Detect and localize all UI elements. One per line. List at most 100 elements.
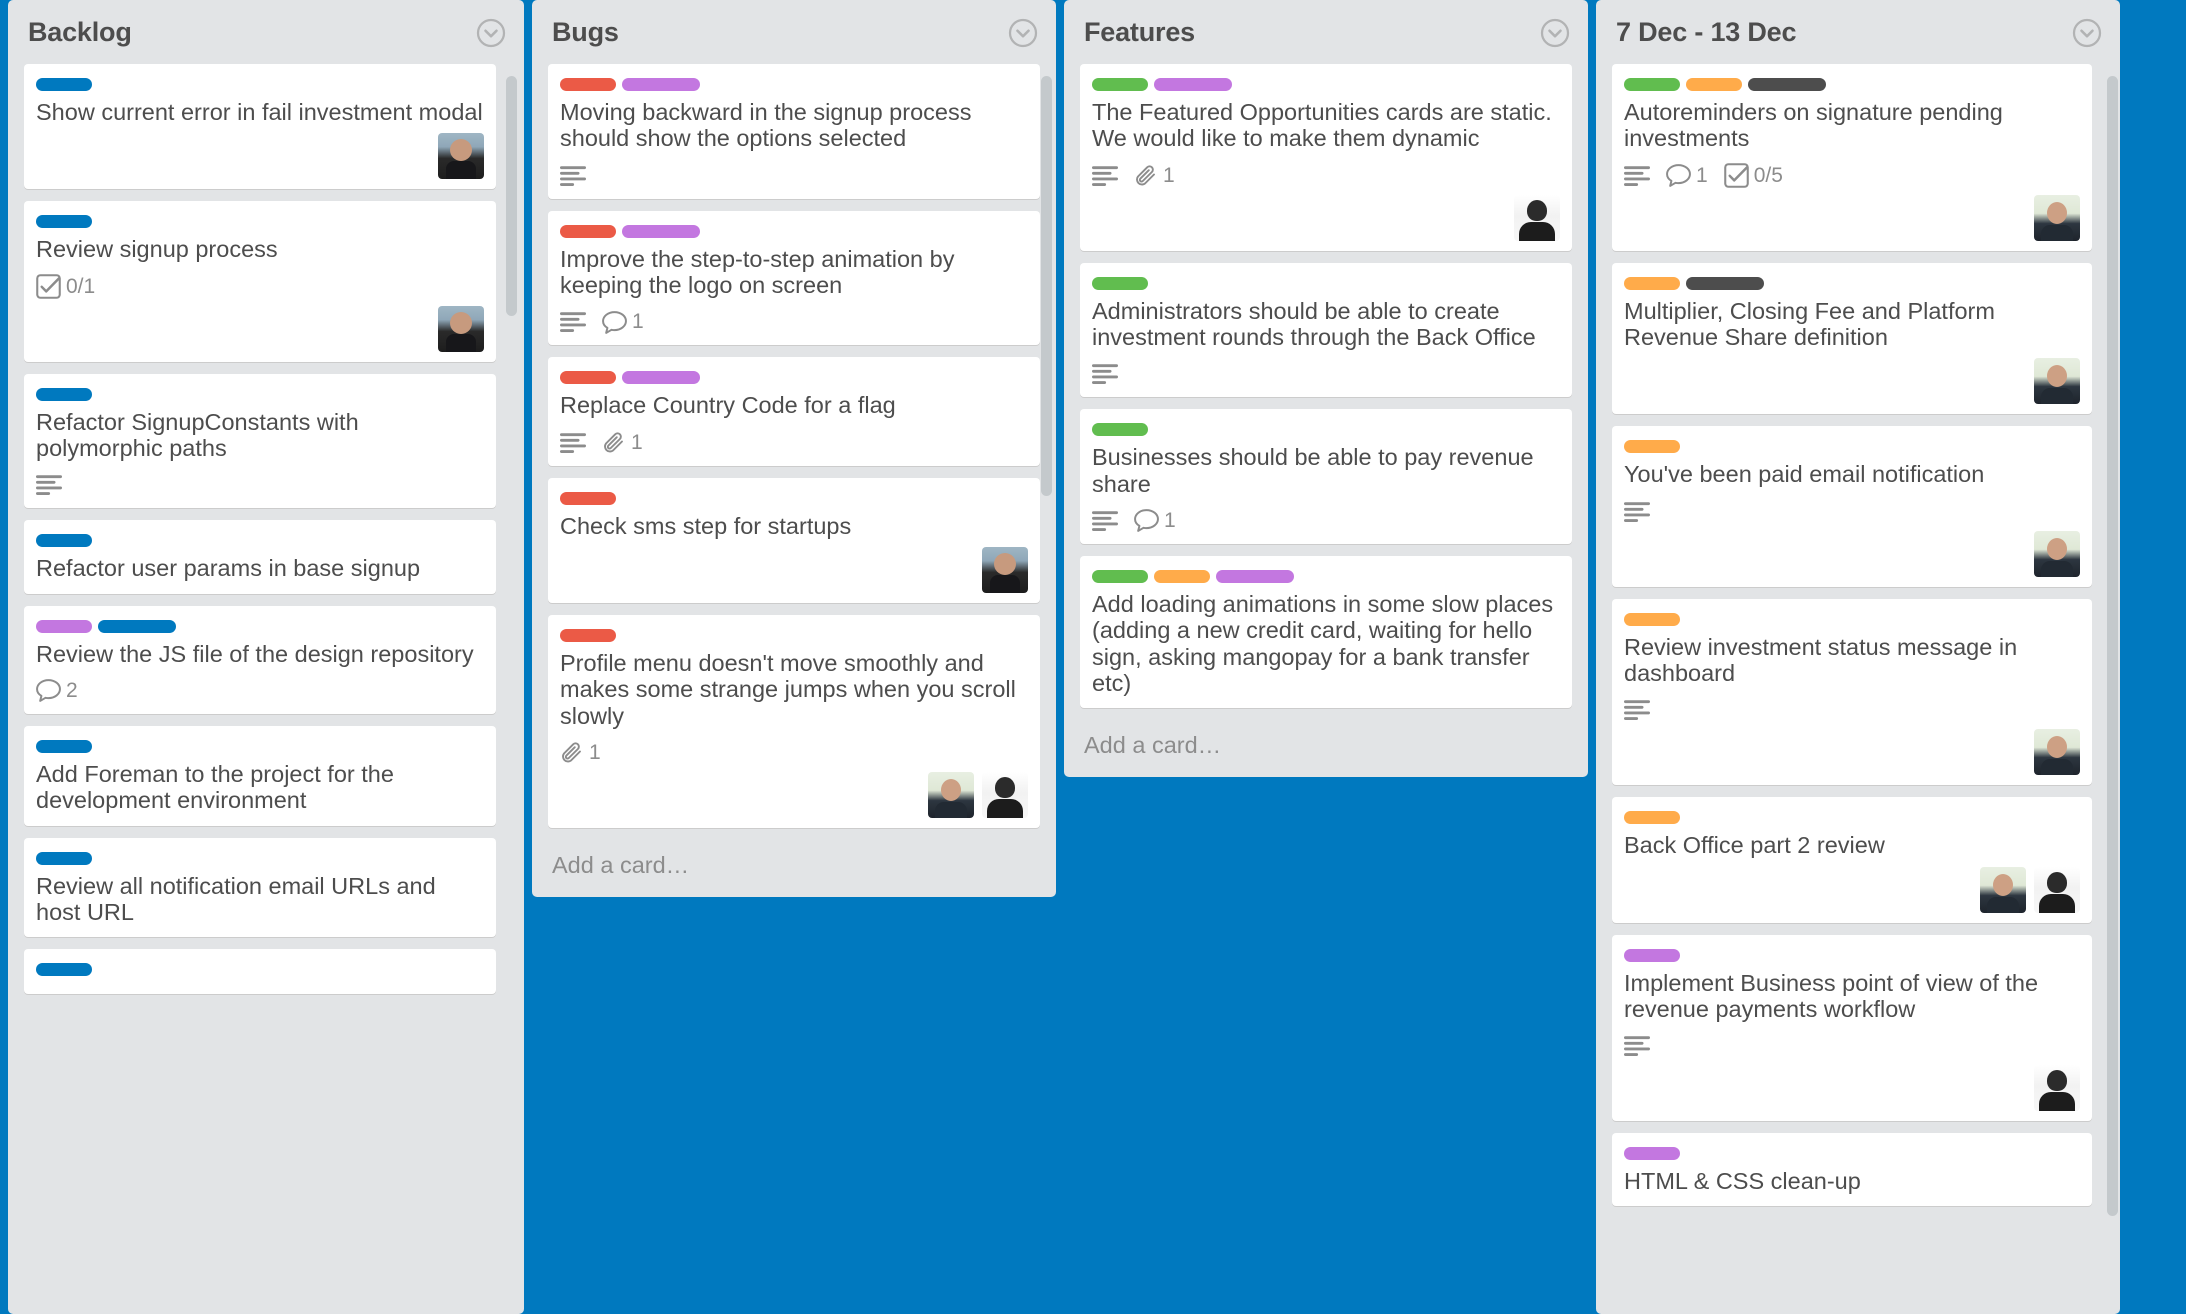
card-title: Administrators should be able to create …	[1092, 297, 1536, 350]
card[interactable]: Businesses should be able to pay revenue…	[1080, 409, 1572, 544]
card-label-purple[interactable]	[36, 619, 92, 633]
card-label-purple[interactable]	[1624, 1147, 1680, 1161]
card-label-blue[interactable]	[36, 215, 92, 229]
card-label-green[interactable]	[1092, 569, 1148, 583]
card-label-orange[interactable]	[1686, 78, 1742, 91]
avatar[interactable]	[2034, 358, 2080, 405]
card-label-orange[interactable]	[1624, 440, 1680, 454]
card[interactable]: Review all notification email URLs and h…	[24, 837, 496, 938]
add-card-button[interactable]: Add a card…	[532, 840, 1056, 897]
card-label-red[interactable]	[560, 78, 616, 91]
card-label-purple[interactable]	[1216, 569, 1294, 583]
card-label-blue[interactable]	[36, 78, 92, 91]
card-label-orange[interactable]	[1624, 811, 1680, 825]
card[interactable]: Refactor SignupConstants with polymorphi…	[24, 373, 496, 509]
list-menu-chevron-down-icon[interactable]	[2072, 18, 2102, 48]
list-scrollbar[interactable]	[2107, 76, 2118, 1216]
avatar[interactable]	[982, 546, 1028, 593]
avatar[interactable]	[982, 771, 1028, 818]
card[interactable]: The Featured Opportunities cards are sta…	[1080, 64, 1572, 251]
list-header: Bugs	[532, 0, 1056, 64]
list-bugs: Bugs Moving backward in the signup proces…	[532, 0, 1064, 1314]
card[interactable]: Administrators should be able to create …	[1080, 262, 1572, 398]
card-label-orange[interactable]	[1154, 569, 1210, 583]
avatar[interactable]	[2034, 729, 2080, 776]
list-menu-chevron-down-icon[interactable]	[1008, 18, 1038, 48]
card[interactable]: Profile menu doesn't move smoothly and m…	[548, 614, 1040, 828]
card-label-black[interactable]	[1748, 78, 1826, 91]
card[interactable]: Implement Business point of view of the …	[1612, 934, 2092, 1122]
card[interactable]: You've been paid email notification	[1612, 426, 2092, 587]
card-label-green[interactable]	[1092, 423, 1148, 437]
badge-description	[1092, 511, 1118, 531]
card[interactable]: Check sms step for startups	[548, 477, 1040, 603]
card-label-blue[interactable]	[36, 851, 92, 865]
avatar[interactable]	[2034, 1065, 2080, 1112]
card-labels	[36, 215, 484, 229]
card[interactable]: Show current error in fail investment mo…	[24, 64, 496, 190]
list-title[interactable]: Bugs	[552, 17, 619, 48]
card[interactable]: Back Office part 2 review	[1612, 797, 2092, 923]
card-labels	[36, 534, 484, 548]
description-icon	[560, 312, 586, 333]
card[interactable]: Moving backward in the signup process sh…	[548, 64, 1040, 199]
list-menu-chevron-down-icon[interactable]	[1540, 18, 1570, 48]
badge-count: 1	[589, 740, 601, 764]
card[interactable]: Add loading animations in some slow plac…	[1080, 555, 1572, 709]
card[interactable]: Refactor user params in base signup	[24, 520, 496, 594]
card-label-purple[interactable]	[622, 371, 700, 385]
card[interactable]: Replace Country Code for a flag 1	[548, 357, 1040, 466]
card-label-green[interactable]	[1092, 78, 1148, 91]
card-label-blue[interactable]	[36, 534, 92, 548]
card-label-purple[interactable]	[622, 78, 700, 91]
card[interactable]: Review investment status message in dash…	[1612, 598, 2092, 786]
avatar[interactable]	[2034, 866, 2080, 913]
avatar[interactable]	[1514, 194, 1560, 241]
card-list[interactable]: Autoreminders on signature pending inves…	[1596, 64, 2120, 1314]
card[interactable]	[24, 949, 496, 995]
avatar[interactable]	[1980, 866, 2026, 913]
list-menu-chevron-down-icon[interactable]	[476, 18, 506, 48]
card-list[interactable]: The Featured Opportunities cards are sta…	[1064, 64, 1588, 720]
card[interactable]: Multiplier, Closing Fee and Platform Rev…	[1612, 262, 2092, 415]
card-label-green[interactable]	[1624, 78, 1680, 91]
card[interactable]: Improve the step-to-step animation by ke…	[548, 210, 1040, 346]
list-container: Backlog Show current error in fail invest…	[8, 0, 524, 1314]
list-features: Features The Featured Opportunities cards…	[1064, 0, 1596, 1314]
card-label-black[interactable]	[1686, 276, 1764, 290]
card-label-orange[interactable]	[1624, 612, 1680, 626]
avatar[interactable]	[438, 133, 484, 180]
card-label-purple[interactable]	[622, 224, 700, 238]
comment-icon	[1134, 509, 1159, 533]
card-list[interactable]: Show current error in fail investment mo…	[8, 64, 524, 1314]
avatar[interactable]	[2034, 194, 2080, 241]
card-label-green[interactable]	[1092, 276, 1148, 290]
card[interactable]: Add Foreman to the project for the devel…	[24, 725, 496, 826]
card[interactable]: Review the JS file of the design reposit…	[24, 605, 496, 714]
card-label-red[interactable]	[560, 224, 616, 238]
avatar[interactable]	[928, 771, 974, 818]
list-scrollbar[interactable]	[506, 76, 517, 316]
card-label-purple[interactable]	[1154, 78, 1232, 91]
card-label-red[interactable]	[560, 491, 616, 505]
add-card-button[interactable]: Add a card…	[1064, 720, 1588, 777]
list-title[interactable]: Backlog	[28, 17, 132, 48]
avatar[interactable]	[438, 305, 484, 352]
list-container: Features The Featured Opportunities cards…	[1064, 0, 1588, 778]
list-title[interactable]: Features	[1084, 17, 1195, 48]
list-title[interactable]: 7 Dec - 13 Dec	[1616, 17, 1797, 48]
card[interactable]: Review signup process 0/1	[24, 201, 496, 362]
card-label-purple[interactable]	[1624, 948, 1680, 962]
card-label-red[interactable]	[560, 371, 616, 385]
avatar[interactable]	[2034, 530, 2080, 577]
card-list[interactable]: Moving backward in the signup process sh…	[532, 64, 1056, 840]
card-label-blue[interactable]	[36, 387, 92, 401]
card-label-blue[interactable]	[36, 739, 92, 753]
card[interactable]: Autoreminders on signature pending inves…	[1612, 64, 2092, 251]
list-scrollbar[interactable]	[1041, 76, 1052, 496]
card-label-orange[interactable]	[1624, 276, 1680, 290]
card-label-red[interactable]	[560, 628, 616, 642]
card[interactable]: HTML & CSS clean-up	[1612, 1133, 2092, 1207]
card-label-blue[interactable]	[98, 619, 176, 633]
card-label-blue[interactable]	[36, 963, 92, 977]
